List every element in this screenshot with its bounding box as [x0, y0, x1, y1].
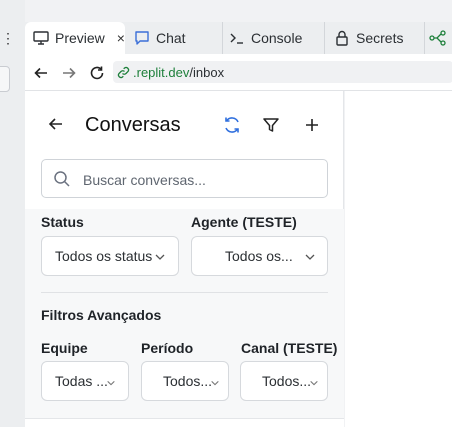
- tab-git[interactable]: [425, 22, 452, 54]
- back-icon[interactable]: [31, 63, 51, 83]
- divider: [41, 292, 328, 293]
- refresh-icon[interactable]: [221, 114, 243, 136]
- chat-icon: [133, 29, 151, 47]
- period-value: Todos...: [163, 373, 211, 389]
- search-input[interactable]: Buscar conversas...: [41, 159, 328, 198]
- tab-console[interactable]: Console: [223, 22, 325, 54]
- channel-label: Canal (TESTE): [241, 340, 338, 356]
- status-value: Todos os status: [55, 248, 153, 264]
- team-label: Equipe: [41, 340, 88, 356]
- terminal-icon: [228, 29, 246, 47]
- filter-icon[interactable]: [260, 114, 282, 136]
- advanced-filters-title: Filtros Avançados: [41, 307, 162, 323]
- status-select[interactable]: Todos os status: [41, 236, 179, 276]
- channel-select[interactable]: Todos...: [240, 361, 328, 401]
- team-select[interactable]: Todas ...: [41, 361, 129, 401]
- tab-console-label: Console: [251, 30, 303, 46]
- more-options-icon[interactable]: ⋮: [1, 30, 15, 46]
- address-bar: .replit.dev/inbox: [25, 54, 452, 91]
- chevron-down-icon: [210, 375, 222, 387]
- add-icon[interactable]: [301, 114, 323, 136]
- link-icon: [117, 66, 130, 79]
- lock-icon: [333, 29, 351, 47]
- page-title: Conversas: [85, 114, 181, 136]
- back-arrow-icon[interactable]: [47, 115, 67, 135]
- search-placeholder: Buscar conversas...: [83, 172, 206, 188]
- team-value: Todas ...: [55, 373, 108, 389]
- url-host: .replit.dev: [133, 64, 190, 80]
- tab-preview-label: Preview: [55, 30, 105, 46]
- chevron-down-icon: [304, 250, 316, 262]
- status-label: Status: [41, 214, 84, 230]
- panel-header: Conversas: [25, 91, 344, 161]
- chevron-down-icon: [154, 250, 166, 262]
- tab-chat[interactable]: Chat: [125, 22, 223, 54]
- tab-secrets-label: Secrets: [356, 30, 404, 46]
- period-select[interactable]: Todos...: [141, 361, 229, 401]
- chevron-down-icon: [106, 375, 118, 387]
- channel-value: Todos...: [262, 373, 310, 389]
- url-path: /inbox: [189, 64, 225, 80]
- git-branch-icon: [429, 29, 447, 47]
- close-icon[interactable]: ×: [117, 30, 125, 46]
- left-panel-input[interactable]: [0, 66, 10, 92]
- filters-section: Status Agente (TESTE) Todos os status To…: [25, 209, 344, 427]
- agent-select[interactable]: Todos os...: [191, 236, 328, 276]
- agent-value: Todos os...: [225, 248, 293, 264]
- left-side-panel: ⋮: [0, 0, 25, 427]
- monitor-icon: [32, 29, 50, 47]
- search-icon: [53, 170, 71, 188]
- reload-icon[interactable]: [87, 63, 107, 83]
- tab-preview[interactable]: Preview ×: [25, 22, 125, 54]
- url-field[interactable]: .replit.dev/inbox: [113, 61, 452, 83]
- tab-bar: Preview × Chat Console Secrets: [25, 22, 452, 54]
- preview-empty-area: [345, 91, 452, 427]
- agent-label: Agente (TESTE): [191, 214, 297, 230]
- conversation-list-top: [25, 418, 344, 427]
- tab-secrets[interactable]: Secrets: [325, 22, 425, 54]
- conversations-panel: Conversas Buscar conversas... Status Age…: [25, 91, 344, 427]
- forward-icon[interactable]: [59, 63, 79, 83]
- app-window: ⋮ Preview × Chat Console Secrets .replit…: [0, 0, 452, 427]
- tab-chat-label: Chat: [156, 30, 186, 46]
- period-label: Período: [141, 340, 194, 356]
- chevron-down-icon: [309, 375, 321, 387]
